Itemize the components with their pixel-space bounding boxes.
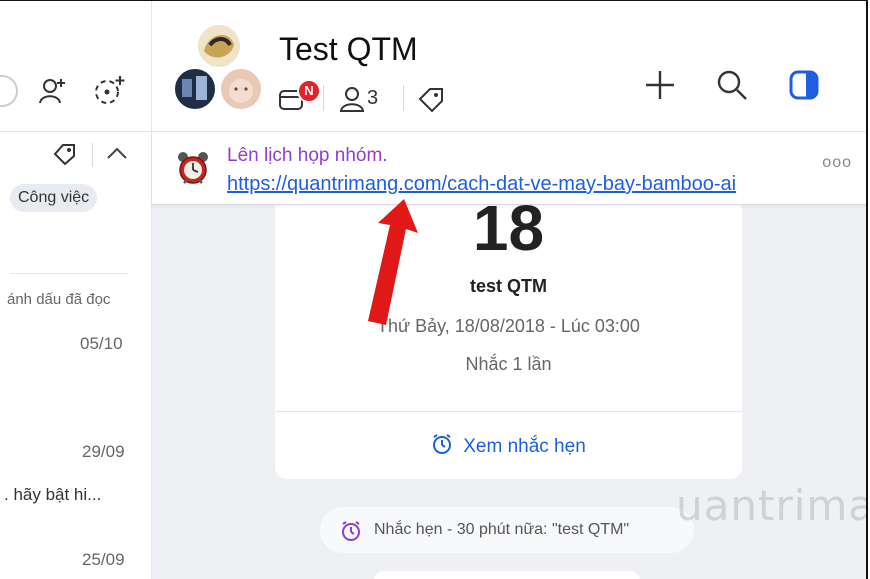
tag-filter-work[interactable]: Công việc xyxy=(10,184,98,212)
chat-header: Test QTM N 3 xyxy=(152,1,866,132)
clock-icon xyxy=(342,521,360,541)
mark-read-link[interactable]: ánh dấu đã đọc xyxy=(7,291,110,308)
search-box-edge[interactable] xyxy=(0,75,18,107)
toolbar-divider xyxy=(92,143,93,167)
reminder-repeat: Nhắc 1 lần xyxy=(465,354,552,374)
conversation-list-panel: Công việc ánh dấu đã đọc 05/10 29/09 . h… xyxy=(0,1,152,579)
left-toolbar xyxy=(0,1,151,132)
clock-icon xyxy=(433,434,452,454)
conversation-snippet[interactable]: . hãy bật hi... xyxy=(4,485,101,505)
group-avatar-member[interactable] xyxy=(219,67,263,111)
watermark-logo: uantrimang xyxy=(676,481,866,530)
view-reminder-label: Xem nhắc hẹn xyxy=(463,436,586,457)
system-reminder-message: Nhắc hẹn - 30 phút nữa: "test QTM" xyxy=(320,507,694,553)
list-divider xyxy=(10,273,128,274)
reminder-card: 18 test QTM Thứ Bảy, 18/08/2018 - Lúc 03… xyxy=(275,161,742,479)
header-divider xyxy=(403,85,404,111)
chat-panel: Test QTM N 3 Lên lịch họp nhóm. https://… xyxy=(152,1,866,579)
view-reminder-button[interactable]: Xem nhắc hẹn xyxy=(275,433,742,458)
group-avatar-member[interactable] xyxy=(196,23,242,69)
tag-icon[interactable] xyxy=(52,142,78,166)
notification-badge: N xyxy=(297,79,321,103)
conversation-date: 05/10 xyxy=(80,334,123,353)
pinned-link[interactable]: https://quantrimang.com/cach-dat-ve-may-… xyxy=(227,173,736,196)
group-avatar-member[interactable] xyxy=(173,67,217,111)
conversation-date: 29/09 xyxy=(82,442,125,461)
pinned-message-bar[interactable]: Lên lịch họp nhóm. https://quantrimang.c… xyxy=(152,132,866,205)
chat-title[interactable]: Test QTM xyxy=(279,31,418,68)
system-message-text: Nhắc hẹn - 30 phút nữa: "test QTM" xyxy=(374,521,630,538)
search-icon[interactable] xyxy=(715,68,749,102)
add-friend-icon[interactable] xyxy=(38,75,68,105)
label-tag-icon[interactable] xyxy=(416,85,446,113)
card-divider xyxy=(275,411,742,412)
header-divider xyxy=(323,85,324,111)
member-icon[interactable] xyxy=(338,85,366,113)
app-window: Công việc ánh dấu đã đọc 05/10 29/09 . h… xyxy=(0,0,868,579)
pinned-title: Lên lịch họp nhóm. xyxy=(227,145,388,166)
annotation-arrow xyxy=(368,199,418,325)
create-group-icon[interactable] xyxy=(92,73,128,107)
reminder-name: test QTM xyxy=(469,276,547,296)
plus-icon[interactable] xyxy=(643,68,677,102)
reminder-datetime: Thứ Bảy, 18/08/2018 - Lúc 03:00 xyxy=(377,316,640,336)
member-count: 3 xyxy=(367,87,379,109)
chevron-up-icon[interactable] xyxy=(106,145,128,161)
conversation-date: 25/09 xyxy=(82,550,125,569)
alarm-clock-icon xyxy=(178,152,208,184)
more-options-button[interactable]: ooo xyxy=(822,154,852,172)
sidebar-toggle-icon[interactable] xyxy=(788,69,820,101)
